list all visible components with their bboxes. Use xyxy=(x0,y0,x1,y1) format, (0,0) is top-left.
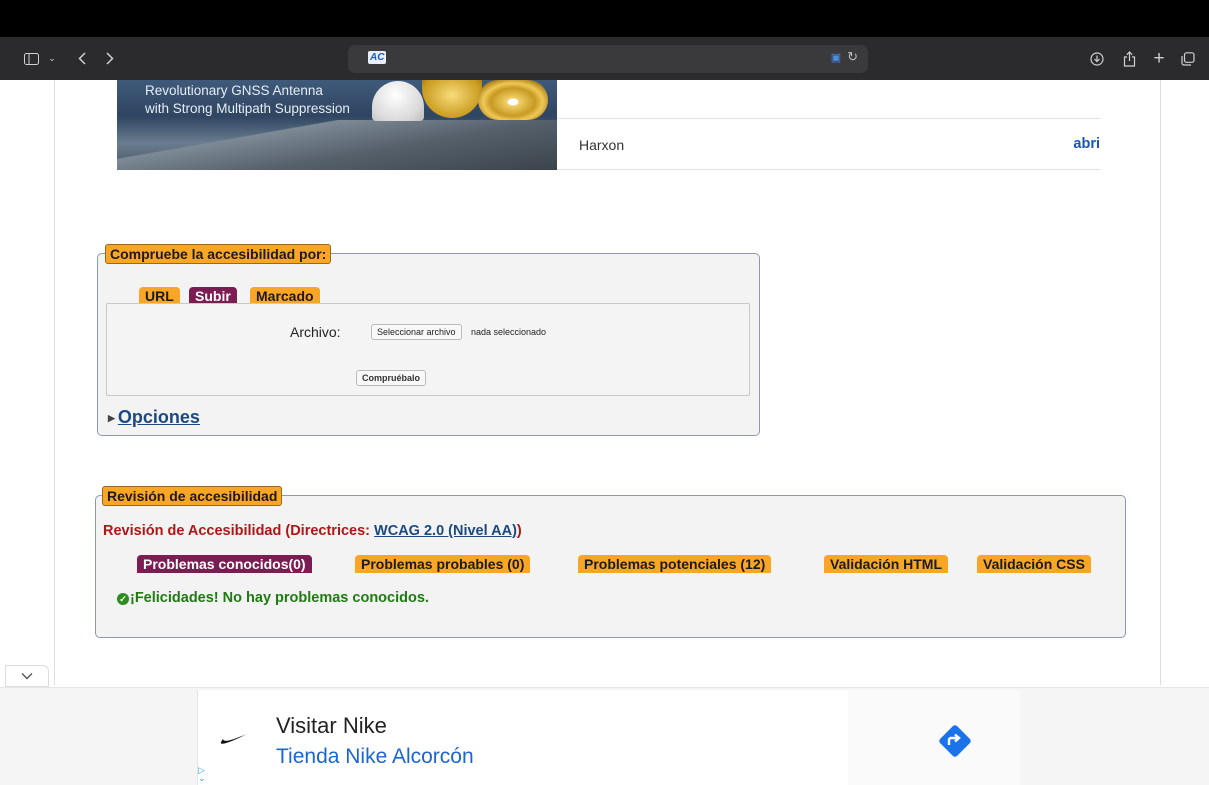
ad-title[interactable]: Visitar Nike xyxy=(276,713,387,739)
tab-html-validation[interactable]: Validación HTML xyxy=(824,555,949,573)
collapse-ad-button[interactable] xyxy=(5,665,49,687)
screen-top-bar xyxy=(0,0,1209,37)
wcag-link[interactable]: WCAG 2.0 (Nivel AA) xyxy=(374,523,517,539)
reload-icon[interactable]: ↻ xyxy=(847,49,858,64)
tab-css-validation[interactable]: Validación CSS xyxy=(977,555,1091,573)
banner-text: Revolutionary GNSS Antenna with Strong M… xyxy=(145,82,350,118)
sidebar-icon[interactable] xyxy=(20,37,42,80)
chevron-down-icon xyxy=(21,673,33,680)
success-message: ✓ ¡Felicidades! No hay problemas conocido… xyxy=(117,590,429,606)
tabs-icon[interactable] xyxy=(1178,37,1198,80)
open-ad-link[interactable]: abri xyxy=(1073,136,1100,152)
share-icon[interactable] xyxy=(1119,37,1139,80)
options-toggle[interactable]: ▶ Opciones xyxy=(108,407,200,428)
options-link[interactable]: Opciones xyxy=(118,407,200,427)
review-title-suffix: ) xyxy=(516,523,522,539)
caret-right-icon: ▶ xyxy=(108,412,115,423)
mountain-image xyxy=(117,120,557,170)
chevron-down-icon[interactable]: ⌄ xyxy=(46,37,58,80)
directions-icon[interactable] xyxy=(937,723,973,759)
nike-swoosh-icon xyxy=(220,734,247,744)
banner-line-2: with Strong Multipath Suppression xyxy=(145,101,350,116)
forward-icon[interactable] xyxy=(102,37,118,80)
download-icon[interactable] xyxy=(1087,37,1107,80)
ad-advertiser-row[interactable]: Harxon abri xyxy=(557,118,1100,170)
tab-potential-problems[interactable]: Problemas potenciales (12) xyxy=(578,555,772,573)
antenna-ring-image xyxy=(478,80,548,120)
review-legend: Revisión de accesibilidad xyxy=(102,486,283,506)
advertiser-name: Harxon xyxy=(579,137,625,153)
new-tab-icon[interactable]: + xyxy=(1149,37,1169,80)
file-label: Archivo: xyxy=(290,324,341,340)
translate-icon[interactable]: ▣ xyxy=(831,52,841,64)
back-icon[interactable] xyxy=(74,37,90,80)
check-button[interactable]: Compruébalo xyxy=(356,370,427,386)
review-title: Revisión de Accesibilidad (Directrices: … xyxy=(103,523,522,539)
ad-cta-area xyxy=(848,690,1020,785)
ad-subtitle[interactable]: Tienda Nike Alcorcón xyxy=(276,745,474,769)
choose-file-button[interactable]: Seleccionar archivo xyxy=(371,324,462,340)
address-bar[interactable]: AC ▣ ↻ xyxy=(348,45,868,73)
check-accessibility-legend: Compruebe la accesibilidad por: xyxy=(105,244,332,264)
file-status: nada seleccionado xyxy=(471,327,547,337)
success-text: ¡Felicidades! No hay problemas conocidos… xyxy=(130,590,429,606)
tab-likely-problems[interactable]: Problemas probables (0) xyxy=(355,555,531,573)
review-title-prefix: Revisión de Accesibilidad (Directrices: xyxy=(103,523,375,539)
banner-line-1: Revolutionary GNSS Antenna xyxy=(145,83,323,98)
check-icon: ✓ xyxy=(117,593,129,605)
page-right-border xyxy=(1160,80,1161,685)
tab-known-problems[interactable]: Problemas conocidos(0) xyxy=(137,555,312,573)
page-left-border xyxy=(54,80,55,685)
upload-panel: Archivo: Seleccionar archivo nada selecc… xyxy=(106,303,750,396)
adchoices-icon[interactable]: ▷ ⌄ xyxy=(198,766,206,783)
site-favicon: AC xyxy=(368,51,387,64)
